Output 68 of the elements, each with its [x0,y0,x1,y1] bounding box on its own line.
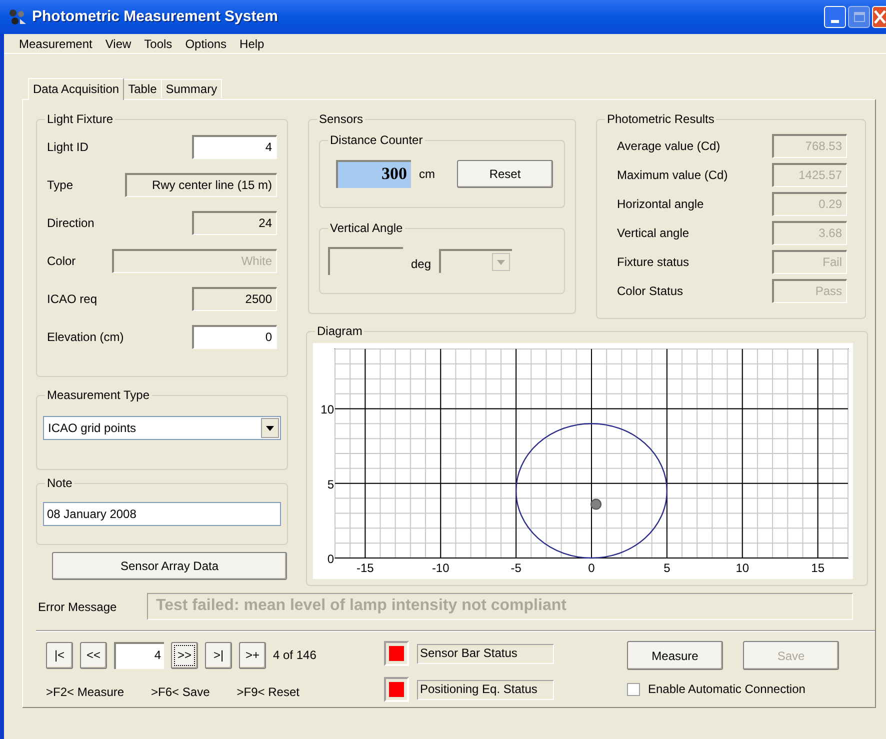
button[interactable]: Reset [457,160,553,188]
tab[interactable]: Summary [162,79,222,98]
field-label: Elevation (cm) [47,329,124,346]
record-count: 4 of 146 [273,647,316,664]
tick-label: 15 [811,561,824,575]
field-label: Type [47,177,74,194]
tick-label: -15 [356,561,374,575]
field-label: Direction [47,215,94,232]
field-label: ICAO req [47,291,98,308]
menu-item[interactable]: Options [185,34,227,52]
text-field[interactable]: 24 [192,211,277,235]
shortcut-hint: >F6< Save [151,684,210,701]
text-field[interactable]: 0 [192,325,277,349]
menu-item[interactable]: View [105,34,132,52]
button[interactable]: >> [171,642,198,668]
menu-item[interactable]: Tools [144,34,172,52]
result-label: Vertical angle [617,224,690,242]
field-label: Light ID [47,139,88,156]
tick-label: 5 [664,561,670,575]
minimize-button[interactable] [824,6,846,28]
result-label: Average value (Cd) [617,138,720,154]
error-label: Error Message [38,598,118,616]
status-label: Sensor Bar Status [417,644,554,664]
measurement-type-dropdown[interactable]: ICAO grid points [43,416,281,440]
tick-label: -5 [510,561,522,575]
group-title: Diagram [315,323,364,339]
tick-label: -10 [432,561,450,575]
button[interactable]: Measure [627,641,723,670]
shortcut-hint: >F9< Reset [236,684,300,701]
text-field[interactable]: 4 [192,135,277,159]
status-label: Positioning Eq. Status [417,680,554,700]
close-button[interactable] [872,6,886,28]
error-field: Test failed: mean level of lamp intensity not compliant [147,593,853,620]
shortcut-hint: >F2< Measure [46,684,124,701]
result-label: Fixture status [617,254,690,270]
tab[interactable]: Data Acquisition [28,78,124,100]
menu-item[interactable]: Measurement [19,34,92,52]
menu-item[interactable]: Help [240,34,264,52]
button[interactable]: |< [46,642,73,668]
unit-label: deg [411,256,432,273]
record-field[interactable]: 4 [114,642,164,668]
tick-label: 10 [736,561,750,575]
note-field[interactable]: 08 January 2008 [43,502,281,526]
maximize-button[interactable] [848,6,870,28]
tick-label: 0 [588,561,595,575]
tick-label: 10 [320,402,334,417]
text-field[interactable]: Rwy center line (15 m) [125,173,277,197]
dropdown-caret-icon[interactable] [261,418,279,438]
group-title: Vertical Angle [328,220,405,236]
result-label: Maximum value (Cd) [617,166,728,184]
group-title: Light Fixture [45,111,116,127]
window-title: Photometric Measurement System [32,6,278,27]
tick-label: 5 [327,477,334,492]
text-field[interactable]: 2500 [192,287,277,311]
button[interactable]: >+ [239,642,266,668]
checkbox-label: Enable Automatic Connection [648,681,806,698]
unit-label: cm [419,166,435,183]
distance-field[interactable]: 300 [336,160,411,188]
app-icon [8,8,28,26]
result-label: Color Status [617,282,684,300]
button[interactable]: << [80,642,107,668]
tab[interactable]: Table [124,79,162,98]
button[interactable]: Sensor Array Data [52,552,287,580]
button[interactable]: >| [205,642,232,668]
field-label: Color [47,253,76,270]
tick-label: 0 [327,552,334,566]
result-label: Horizontal angle [617,196,704,212]
checkbox[interactable] [627,682,640,696]
